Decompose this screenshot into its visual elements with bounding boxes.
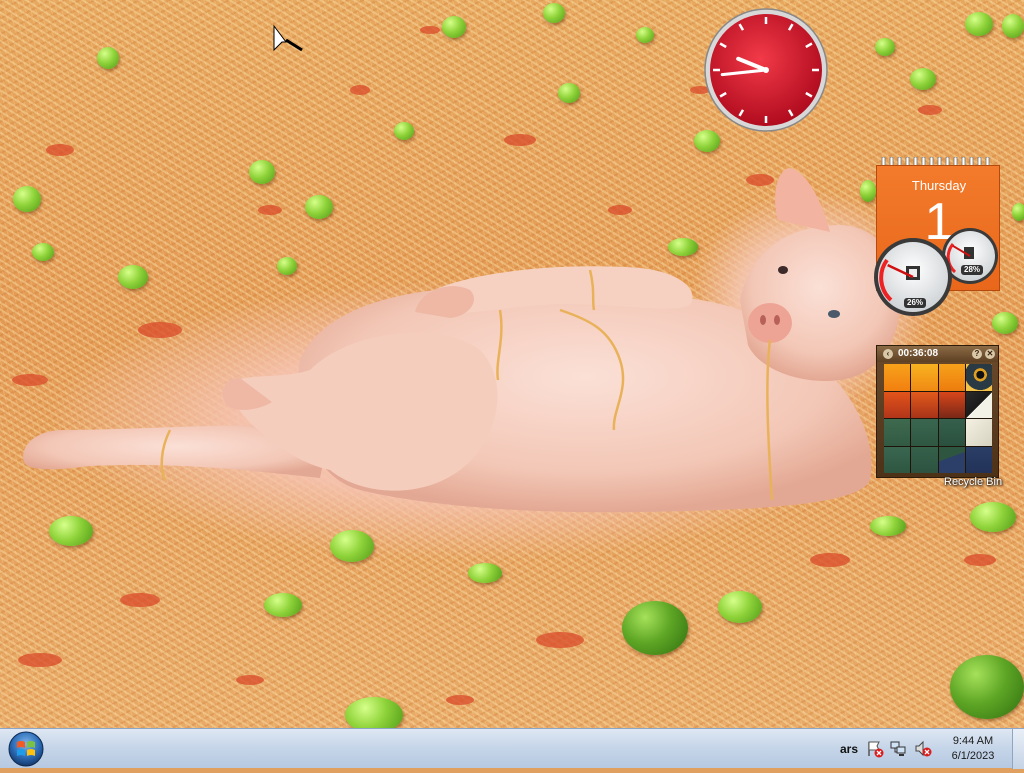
- puzzle-prev-button[interactable]: ‹: [883, 349, 893, 359]
- cpu-meter-gadget[interactable]: 26% 28%: [873, 224, 1001, 318]
- puzzle-help-button[interactable]: ?: [972, 349, 982, 359]
- puzzle-tile[interactable]: [965, 446, 992, 473]
- windows-logo-icon: [8, 731, 44, 767]
- puzzle-timer: 00:36:08: [898, 348, 939, 359]
- puzzle-tile[interactable]: [938, 391, 965, 418]
- puzzle-tile[interactable]: [911, 446, 938, 473]
- taskbar: ars 9:44 AM 6/1/2023: [0, 728, 1024, 769]
- puzzle-tile[interactable]: [965, 364, 992, 391]
- puzzle-tile[interactable]: [884, 419, 911, 446]
- puzzle-tile[interactable]: [911, 364, 938, 391]
- puzzle-tile[interactable]: [884, 364, 911, 391]
- network-icon[interactable]: [890, 740, 908, 758]
- puzzle-tile[interactable]: [965, 391, 992, 418]
- memory-usage-label: 28%: [961, 265, 984, 275]
- puzzle-grid[interactable]: [884, 364, 992, 473]
- mouse-pointer-icon: [273, 24, 303, 52]
- show-desktop-button[interactable]: [1012, 729, 1024, 769]
- taskbar-date: 6/1/2023: [951, 750, 995, 762]
- pig-illustration: [23, 168, 900, 513]
- puzzle-toolbar: ‹ 00:36:08 ? ✕: [877, 346, 998, 362]
- puzzle-tile[interactable]: [965, 419, 992, 446]
- clock-gadget[interactable]: [703, 7, 829, 133]
- puzzle-close-button[interactable]: ✕: [985, 349, 995, 359]
- recycle-bin-label[interactable]: Recycle Bin: [944, 476, 1002, 488]
- puzzle-tile[interactable]: [884, 446, 911, 473]
- puzzle-tile[interactable]: [911, 391, 938, 418]
- picture-puzzle-gadget[interactable]: ‹ 00:36:08 ? ✕: [876, 345, 999, 478]
- start-button[interactable]: [6, 730, 46, 768]
- taskbar-time: 9:44 AM: [952, 735, 994, 747]
- puzzle-tile[interactable]: [938, 446, 965, 473]
- taskbar-clock[interactable]: 9:44 AM 6/1/2023: [938, 734, 1008, 764]
- desktop-wallpaper: [0, 0, 1024, 728]
- puzzle-tile[interactable]: [938, 419, 965, 446]
- language-indicator[interactable]: ars: [840, 742, 858, 756]
- puzzle-tile[interactable]: [884, 391, 911, 418]
- cpu-usage-label: 26%: [904, 298, 927, 308]
- action-center-icon[interactable]: [866, 740, 884, 758]
- puzzle-tile[interactable]: [938, 364, 965, 391]
- puzzle-tile[interactable]: [911, 419, 938, 446]
- calendar-day-name: Thursday: [911, 178, 967, 193]
- volume-muted-icon[interactable]: [914, 740, 932, 758]
